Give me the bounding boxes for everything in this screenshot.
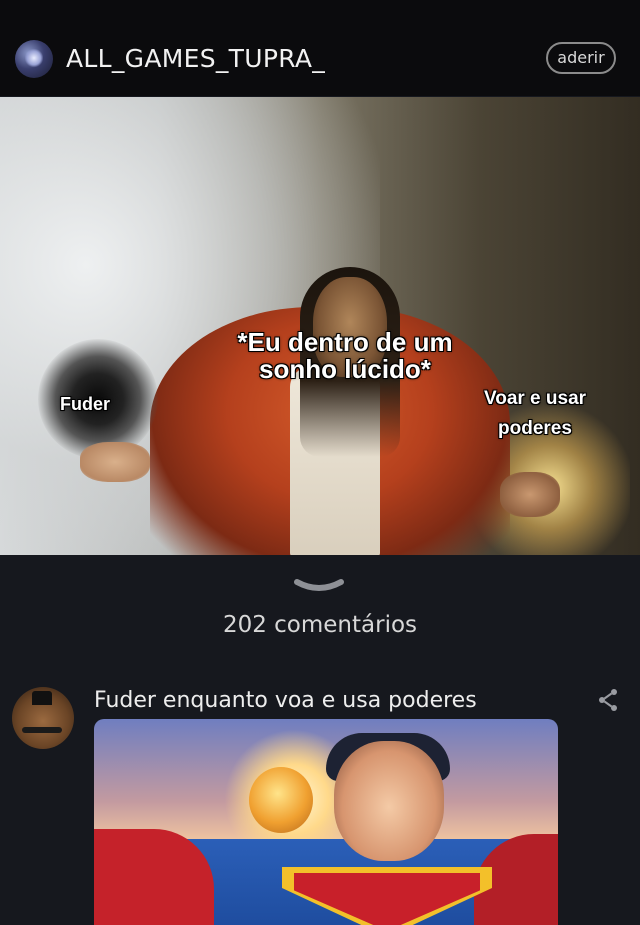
comments-count[interactable]: 202 comentários	[0, 612, 640, 638]
meme-caption-right: Voar e usar poderes	[483, 388, 587, 440]
share-icon[interactable]	[597, 688, 619, 712]
comment-image-orb	[249, 767, 313, 833]
meme-caption-main: *Eu dentro de um sonho lúcido*	[237, 327, 453, 385]
post-header: ALL_GAMES_TUPRA_ aderir	[0, 0, 640, 96]
join-button[interactable]: aderir	[546, 42, 616, 74]
meme-left-hand	[80, 442, 150, 482]
comment-image-head	[334, 741, 444, 861]
channel-username[interactable]: ALL_GAMES_TUPRA_	[66, 44, 325, 73]
commenter-avatar[interactable]	[12, 687, 74, 749]
chevron-down-icon[interactable]	[293, 576, 345, 596]
comment-text: Fuder enquanto voa e usa poderes	[94, 688, 477, 713]
channel-avatar[interactable]	[15, 40, 53, 78]
comment-image[interactable]	[94, 719, 558, 925]
meme-caption-left: Fuder	[60, 394, 111, 414]
post-image[interactable]: *Eu dentro de um sonho lúcido* Fuder Voa…	[0, 97, 640, 555]
meme-right-hand	[500, 472, 560, 517]
